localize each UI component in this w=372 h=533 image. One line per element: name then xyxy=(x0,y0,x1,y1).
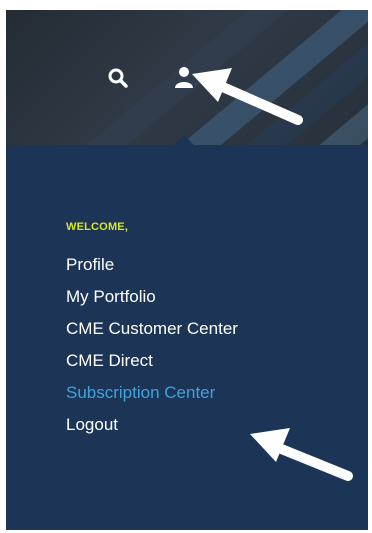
menu-list: Profile My Portfolio CME Customer Center… xyxy=(66,249,238,441)
menu-item-profile[interactable]: Profile xyxy=(66,249,238,281)
menu-item-my-portfolio[interactable]: My Portfolio xyxy=(66,281,238,313)
pointer-arrow-icon xyxy=(250,428,353,481)
menu-item-logout[interactable]: Logout xyxy=(66,409,238,441)
search-icon[interactable] xyxy=(106,66,130,90)
dropdown-caret xyxy=(174,135,194,145)
menu-item-subscription-center[interactable]: Subscription Center xyxy=(66,377,238,409)
pointer-arrow-icon xyxy=(192,68,303,125)
menu-item-cme-customer-center[interactable]: CME Customer Center xyxy=(66,313,238,345)
menu-item-cme-direct[interactable]: CME Direct xyxy=(66,345,238,377)
welcome-label: WELCOME, xyxy=(66,221,129,233)
